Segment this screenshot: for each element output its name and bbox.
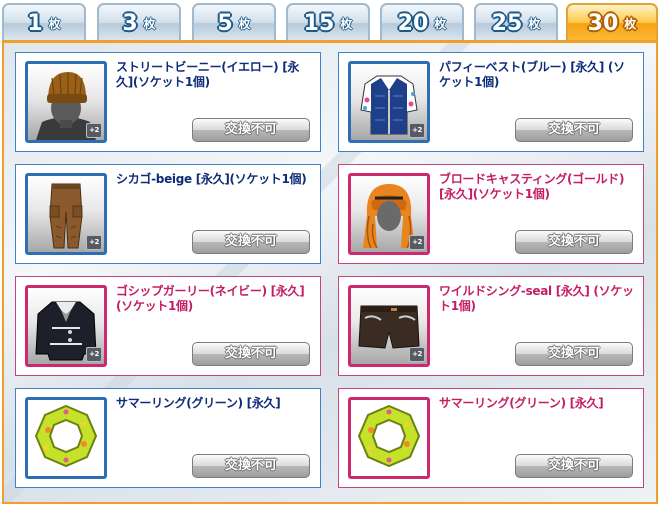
- item-card: +2 ブロードキャスティング(ゴールド) [永久](ソケット1個) 交換不可: [338, 164, 644, 264]
- plus-badge: +2: [409, 123, 425, 138]
- tab-unit: 枚: [434, 16, 447, 31]
- item-name: シカゴ-beige [永久](ソケット1個): [116, 172, 307, 186]
- tab-bar: 1 枚 3 枚 5 枚 15 枚 20 枚 25 枚 30 枚: [0, 0, 661, 42]
- plus-badge: +2: [409, 235, 425, 250]
- tab-unit: 枚: [238, 16, 251, 31]
- item-name: サマーリング(グリーン) [永久]: [116, 396, 281, 410]
- item-thumbnail: +2: [25, 61, 107, 143]
- exchange-button[interactable]: 交換不可: [515, 342, 633, 366]
- item-thumbnail: +2: [25, 285, 107, 367]
- item-thumbnail: [348, 397, 430, 479]
- exchange-button[interactable]: 交換不可: [192, 118, 310, 142]
- item-card: サマーリング(グリーン) [永久] 交換不可: [15, 388, 321, 488]
- plus-badge: +2: [86, 235, 102, 250]
- exchange-button[interactable]: 交換不可: [515, 230, 633, 254]
- plus-badge: +2: [86, 123, 102, 138]
- tab-3[interactable]: 3 枚: [97, 3, 181, 41]
- exchange-button[interactable]: 交換不可: [192, 230, 310, 254]
- plus-badge: +2: [86, 347, 102, 362]
- tab-20[interactable]: 20 枚: [380, 3, 464, 41]
- tab-unit: 枚: [143, 16, 156, 31]
- tab-count: 30: [587, 10, 619, 36]
- tab-5[interactable]: 5 枚: [192, 3, 276, 41]
- item-card: サマーリング(グリーン) [永久] 交換不可: [338, 388, 644, 488]
- item-card: +2 パフィーベスト(ブルー) [永久] (ソケット1個) 交換不可: [338, 52, 644, 152]
- plus-badge: +2: [409, 347, 425, 362]
- tab-count: 20: [397, 10, 429, 36]
- item-name: サマーリング(グリーン) [永久]: [439, 396, 604, 410]
- item-thumbnail: +2: [25, 173, 107, 255]
- tab-count: 15: [303, 10, 335, 36]
- exchange-button[interactable]: 交換不可: [192, 454, 310, 478]
- exchange-button[interactable]: 交換不可: [515, 454, 633, 478]
- tab-count: 5: [217, 10, 233, 36]
- item-card: +2 ゴシップガーリー(ネイビー) [永久](ソケット1個) 交換不可: [15, 276, 321, 376]
- item-name: パフィーベスト(ブルー) [永久] (ソケット1個): [439, 60, 625, 89]
- swim-ring-icon: [357, 404, 421, 468]
- item-name: ストリートビーニー(イエロー) [永久](ソケット1個): [116, 60, 300, 89]
- item-thumbnail: +2: [348, 61, 430, 143]
- item-card: +2 シカゴ-beige [永久](ソケット1個) 交換不可: [15, 164, 321, 264]
- item-thumbnail: [25, 397, 107, 479]
- swim-ring-icon: [34, 404, 98, 468]
- exchange-button[interactable]: 交換不可: [515, 118, 633, 142]
- tab-unit: 枚: [624, 16, 637, 31]
- item-card: +2 ストリートビーニー(イエロー) [永久](ソケット1個) 交換不可: [15, 52, 321, 152]
- tab-25[interactable]: 25 枚: [474, 3, 558, 41]
- tab-count: 25: [491, 10, 523, 36]
- tab-30[interactable]: 30 枚: [566, 3, 658, 41]
- item-panel: +2 ストリートビーニー(イエロー) [永久](ソケット1個) 交換不可 +2 …: [2, 40, 658, 504]
- tab-count: 3: [122, 10, 138, 36]
- item-name: ワイルドシング-seal [永久] (ソケット1個): [439, 284, 634, 313]
- tab-15[interactable]: 15 枚: [286, 3, 370, 41]
- item-card: +2 ワイルドシング-seal [永久] (ソケット1個) 交換不可: [338, 276, 644, 376]
- item-name: ブロードキャスティング(ゴールド) [永久](ソケット1個): [439, 172, 625, 201]
- tab-1[interactable]: 1 枚: [2, 3, 86, 41]
- tab-unit: 枚: [340, 16, 353, 31]
- tab-count: 1: [27, 10, 43, 36]
- item-thumbnail: +2: [348, 285, 430, 367]
- item-name: ゴシップガーリー(ネイビー) [永久](ソケット1個): [116, 284, 305, 313]
- tab-unit: 枚: [528, 16, 541, 31]
- item-thumbnail: +2: [348, 173, 430, 255]
- tab-unit: 枚: [48, 16, 61, 31]
- exchange-button[interactable]: 交換不可: [192, 342, 310, 366]
